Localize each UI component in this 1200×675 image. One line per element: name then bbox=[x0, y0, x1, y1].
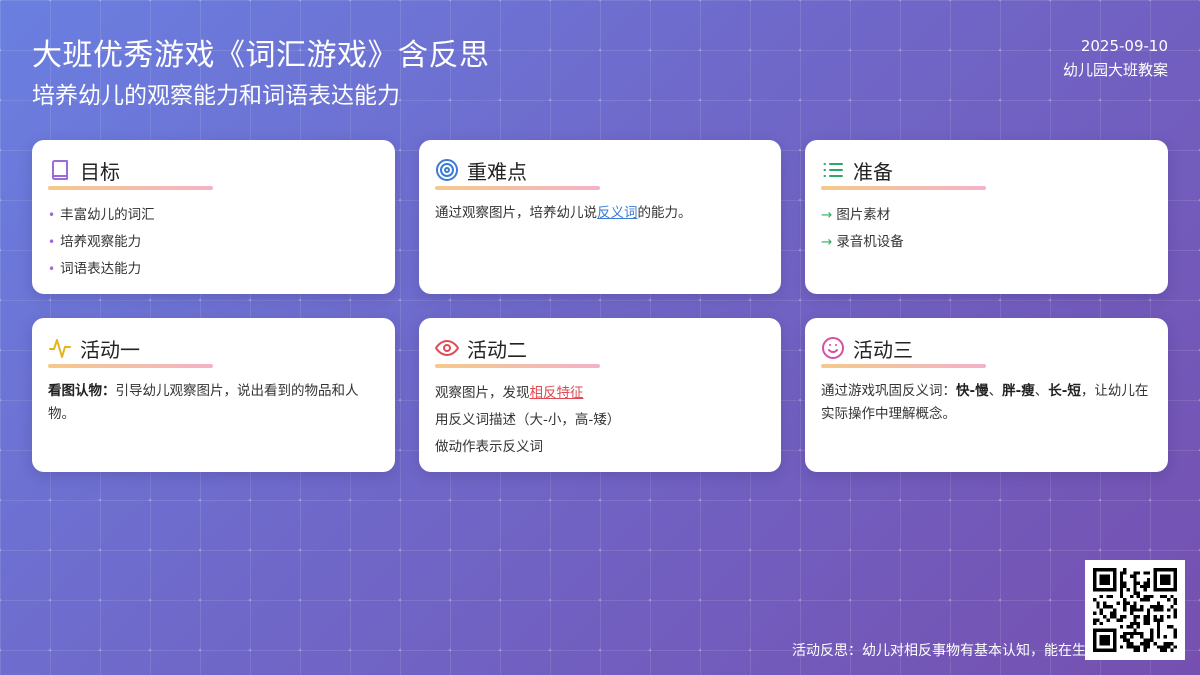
list-item: → 录音机设备 bbox=[821, 234, 904, 250]
title-underline bbox=[48, 186, 213, 190]
book-icon bbox=[48, 158, 72, 182]
reflection-text: 活动反思：幼儿对相反事物有基本认知，能在生 bbox=[792, 643, 1086, 659]
antonym-link[interactable]: 反义词 bbox=[597, 205, 638, 221]
target-icon bbox=[435, 158, 459, 182]
card-activity3: 活动三 通过游戏巩固反义词：快-慢、胖-瘦、长-短，让幼儿在实际操作中理解概念。 bbox=[805, 318, 1168, 472]
list-item: • 培养观察能力 bbox=[48, 234, 142, 250]
card-focus-title: 重难点 bbox=[467, 159, 527, 184]
list-item: 观察图片，发现相反特征 bbox=[435, 385, 584, 401]
card-activity1-title: 活动一 bbox=[80, 337, 140, 362]
qr-code[interactable] bbox=[1085, 560, 1185, 660]
opposite-feature-link[interactable]: 相反特征 bbox=[530, 385, 584, 401]
list-item: 用反义词描述（大-小，高-矮） bbox=[435, 412, 621, 428]
title-underline bbox=[821, 364, 986, 368]
card-activity2-title: 活动二 bbox=[467, 337, 527, 362]
eye-icon bbox=[435, 336, 459, 360]
card-prep: 准备 → 图片素材 → 录音机设备 bbox=[805, 140, 1168, 294]
card-activity3-title: 活动三 bbox=[853, 337, 913, 362]
page-title: 大班优秀游戏《词汇游戏》含反思 bbox=[32, 38, 490, 73]
title-underline bbox=[435, 186, 600, 190]
activity1-text: 看图认物：引导幼儿观察图片，说出看到的物品和人物。 bbox=[48, 383, 359, 422]
list-item: • 丰富幼儿的词汇 bbox=[48, 207, 155, 223]
qr-code-image bbox=[1093, 568, 1177, 652]
card-goal: 目标 • 丰富幼儿的词汇 • 培养观察能力 • 词语表达能力 bbox=[32, 140, 395, 294]
title-underline bbox=[48, 364, 213, 368]
card-grid: 目标 • 丰富幼儿的词汇 • 培养观察能力 • 词语表达能力 重难点 通过观察图片，培… bbox=[32, 140, 1168, 472]
activity2-list: 观察图片，发现相反特征 用反义词描述（大-小，高-矮） 做动作表示反义词 bbox=[435, 380, 765, 461]
list-item: • 词语表达能力 bbox=[48, 261, 142, 277]
title-underline bbox=[821, 186, 986, 190]
prep-list: → 图片素材 → 录音机设备 bbox=[821, 202, 1152, 256]
category-label: 幼儿园大班教案 bbox=[1062, 61, 1168, 79]
date-label: 2025-09-10 bbox=[1080, 37, 1168, 55]
page-subtitle: 培养幼儿的观察能力和词语表达能力 bbox=[32, 83, 400, 109]
list-icon bbox=[821, 158, 845, 182]
activity3-text: 通过游戏巩固反义词：快-慢、胖-瘦、长-短，让幼儿在实际操作中理解概念。 bbox=[821, 383, 1149, 422]
card-goal-title: 目标 bbox=[80, 159, 120, 184]
card-activity2: 活动二 观察图片，发现相反特征 用反义词描述（大-小，高-矮） 做动作表示反义词 bbox=[419, 318, 781, 472]
card-prep-title: 准备 bbox=[853, 159, 893, 184]
card-activity1: 活动一 看图认物：引导幼儿观察图片，说出看到的物品和人物。 bbox=[32, 318, 395, 472]
smile-icon bbox=[821, 336, 845, 360]
list-item: 做动作表示反义词 bbox=[435, 439, 543, 455]
goal-list: • 丰富幼儿的词汇 • 培养观察能力 • 词语表达能力 bbox=[48, 202, 379, 283]
card-focus: 重难点 通过观察图片，培养幼儿说反义词的能力。 bbox=[419, 140, 781, 294]
page-meta: 2025-09-10 幼儿园大班教案 bbox=[1063, 34, 1168, 82]
focus-text: 通过观察图片，培养幼儿说反义词的能力。 bbox=[435, 205, 692, 221]
title-underline bbox=[435, 364, 600, 368]
pulse-icon bbox=[48, 336, 72, 360]
list-item: → 图片素材 bbox=[821, 207, 891, 223]
